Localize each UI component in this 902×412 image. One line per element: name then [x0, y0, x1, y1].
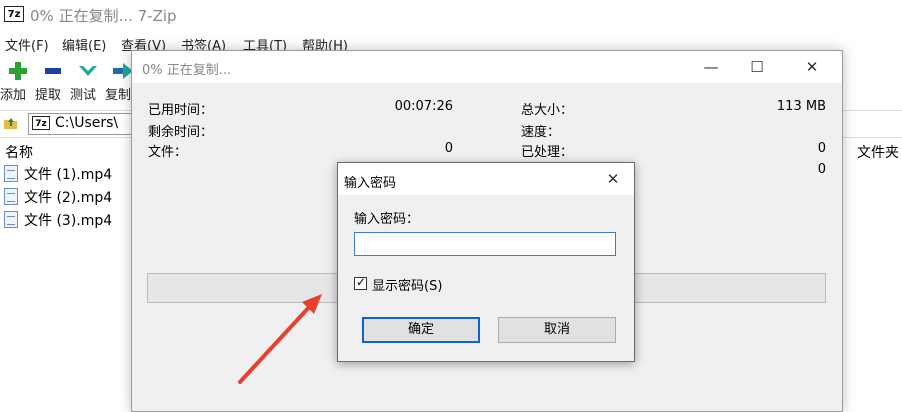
- copy-label: 复制: [105, 88, 132, 103]
- checkmark-icon: ✓: [356, 275, 367, 289]
- files-value: 0: [444, 141, 453, 156]
- file-list-item[interactable]: 文件 (2).mp4: [4, 186, 130, 208]
- password-input[interactable]: [354, 232, 616, 256]
- add-button[interactable]: 添加: [0, 56, 36, 104]
- menu-edit[interactable]: 编辑(E): [62, 35, 106, 54]
- file-list-item[interactable]: 文件 (1).mp4: [4, 163, 130, 185]
- file-name: 文件 (2).mp4: [24, 190, 113, 206]
- password-dialog-titlebar: 输入密码 ✕: [338, 163, 634, 195]
- extract-label: 提取: [35, 88, 62, 103]
- password-dialog: 输入密码 ✕ 输入密码： ✓ 显示密码(S) 确定 取消: [337, 162, 635, 362]
- plus-icon: [9, 62, 27, 80]
- extract-button[interactable]: 提取: [35, 56, 71, 104]
- file-name: 文件 (1).mp4: [24, 167, 113, 183]
- show-password-checkbox[interactable]: ✓: [354, 275, 367, 290]
- main-titlebar: 7z 0% 正在复制... 7-Zip: [0, 0, 902, 30]
- show-password-label[interactable]: 显示密码(S): [372, 275, 442, 294]
- password-dialog-title: 输入密码: [344, 176, 397, 191]
- progress-dialog-titlebar: 0% 正在复制... — ☐ ✕: [132, 51, 842, 83]
- video-file-icon: [4, 211, 18, 228]
- video-file-icon: [4, 165, 18, 182]
- files-label: 文件：: [148, 145, 188, 160]
- test-button[interactable]: 测试: [70, 56, 106, 104]
- minus-icon: [45, 68, 61, 74]
- minimize-button[interactable]: —: [688, 51, 734, 83]
- 7zip-archive-icon: 7z: [32, 116, 50, 130]
- processed-value: 0: [817, 141, 826, 156]
- close-button[interactable]: ✕: [789, 51, 835, 83]
- cancel-button[interactable]: 取消: [498, 317, 616, 343]
- total-size-label: 总大小：: [521, 103, 574, 118]
- processed-label: 已处理：: [521, 145, 574, 160]
- elapsed-time-value: 00:07:26: [394, 99, 453, 114]
- address-path: C:\Users\: [55, 115, 119, 131]
- add-label: 添加: [0, 88, 27, 103]
- toolbar: 添加 提取 测试 复制: [0, 56, 135, 106]
- progress-dialog-title: 0% 正在复制...: [142, 63, 232, 78]
- password-dialog-close-button[interactable]: ✕: [596, 165, 630, 193]
- compressed-value: 0: [817, 162, 826, 177]
- maximize-button[interactable]: ☐: [734, 51, 780, 83]
- folder-up-icon[interactable]: [3, 115, 19, 131]
- address-input[interactable]: 7z C:\Users\: [28, 113, 134, 135]
- remaining-time-label: 剩余时间：: [148, 125, 214, 140]
- speed-label: 速度：: [521, 125, 561, 140]
- ok-button[interactable]: 确定: [362, 317, 480, 343]
- file-name: 文件 (3).mp4: [24, 213, 113, 229]
- video-file-icon: [4, 188, 18, 205]
- check-down-icon: [79, 66, 97, 76]
- window-title: 0% 正在复制... 7-Zip: [30, 7, 177, 25]
- elapsed-time-label: 已用时间：: [148, 103, 214, 118]
- 7zip-app-icon: 7z: [4, 6, 24, 22]
- column-header-folder[interactable]: 文件夹: [857, 142, 899, 162]
- file-list-item[interactable]: 文件 (3).mp4: [4, 209, 130, 231]
- test-label: 测试: [70, 88, 97, 103]
- annotation-arrow-icon: [238, 294, 322, 384]
- total-size-value: 113 MB: [776, 99, 826, 114]
- password-prompt-label: 输入密码：: [354, 212, 420, 227]
- column-header-name[interactable]: 名称: [5, 142, 33, 162]
- menu-file[interactable]: 文件(F): [5, 35, 49, 54]
